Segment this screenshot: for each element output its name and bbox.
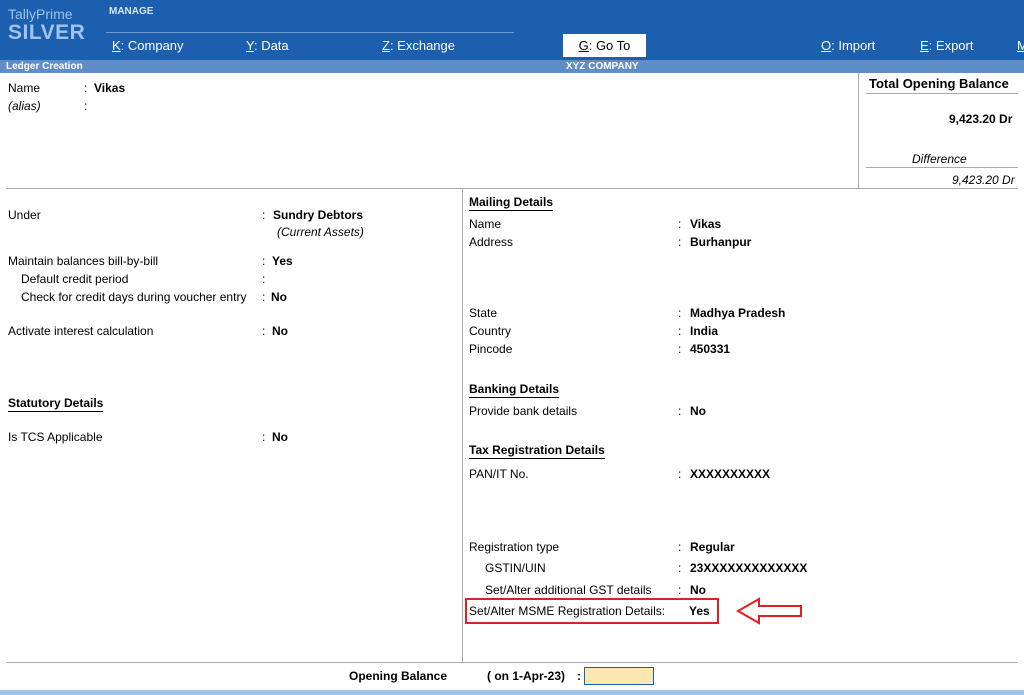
red-arrow-icon — [735, 597, 802, 625]
tcs-field[interactable]: No — [272, 430, 288, 444]
gstin-sep: : — [678, 561, 682, 575]
opening-balance-input[interactable] — [584, 667, 654, 685]
total-opening-balance-value: 9,423.20 Dr — [949, 112, 1013, 126]
menu-exchange[interactable]: Z: Exchange — [382, 38, 455, 53]
total-opening-balance-title: Total Opening Balance — [869, 76, 1009, 91]
opening-balance-sep: : — [577, 669, 581, 683]
state-field[interactable]: Madhya Pradesh — [690, 306, 785, 320]
menu-import[interactable]: O: Import — [821, 38, 875, 53]
interest-field[interactable]: No — [272, 324, 288, 338]
gstin-field[interactable]: 23XXXXXXXXXXXXX — [690, 561, 807, 575]
menu-more[interactable]: M — [1017, 38, 1024, 53]
column-divider — [462, 188, 463, 662]
check-credit-label: Check for credit days during voucher ent… — [21, 290, 247, 304]
top-menu-bar: TallyPrime SILVER MANAGE K: Company Y: D… — [0, 0, 1024, 60]
bill-by-bill-sep: : — [262, 254, 266, 268]
pincode-sep: : — [678, 342, 682, 356]
menu-data[interactable]: Y: Data — [246, 38, 289, 53]
name-label: Name — [8, 81, 41, 95]
country-field[interactable]: India — [690, 324, 718, 338]
name-field[interactable]: Vikas — [94, 81, 125, 95]
registration-type-field[interactable]: Regular — [690, 540, 735, 554]
tcs-sep: : — [262, 430, 266, 444]
gstin-label: GSTIN/UIN — [485, 561, 546, 575]
pan-label: PAN/IT No. — [469, 467, 529, 481]
difference-underline — [866, 167, 1018, 168]
address-label: Address — [469, 235, 514, 249]
credit-period-field[interactable] — [272, 272, 372, 286]
provide-bank-label: Provide bank details — [469, 404, 578, 418]
country-sep: : — [678, 324, 682, 338]
title-strip: Ledger Creation XYZ COMPANY — [0, 60, 1024, 73]
brand-edition: SILVER — [8, 21, 86, 44]
pan-field[interactable]: XXXXXXXXXX — [690, 467, 770, 481]
gst-details-label: Set/Alter additional GST details — [485, 583, 652, 597]
alias-sep: : — [84, 99, 88, 113]
under-field[interactable]: Sundry Debtors — [273, 208, 363, 222]
alias-label: (alias) — [8, 99, 41, 113]
pan-sep: : — [678, 467, 682, 481]
country-label: Country — [469, 324, 512, 338]
manage-label: MANAGE — [109, 6, 154, 17]
mailing-name-sep: : — [678, 217, 682, 231]
credit-period-sep: : — [262, 272, 266, 286]
balance-panel-border — [858, 73, 859, 189]
registration-type-label: Registration type — [469, 540, 560, 554]
bottom-divider — [6, 662, 1018, 663]
interest-sep: : — [262, 324, 266, 338]
opening-balance-label: Opening Balance — [349, 669, 448, 683]
registration-type-sep: : — [678, 540, 682, 554]
check-credit-sep: : — [262, 290, 266, 304]
company-name: XYZ COMPANY — [566, 61, 639, 72]
menu-company[interactable]: K: Company — [112, 38, 184, 53]
msme-label: Set/Alter MSME Registration Details: — [469, 604, 666, 618]
under-group: (Current Assets) — [277, 225, 364, 239]
bottom-bar — [0, 690, 1024, 695]
credit-period-label: Default credit period — [21, 272, 129, 286]
msme-field[interactable]: Yes — [689, 604, 710, 618]
gst-details-field[interactable]: No — [690, 583, 706, 597]
under-sep: : — [262, 208, 266, 222]
bill-by-bill-label: Maintain balances bill-by-bill — [8, 254, 159, 268]
provide-bank-field[interactable]: No — [690, 404, 706, 418]
mailing-name-field[interactable]: Vikas — [690, 217, 721, 231]
menu-export[interactable]: E: Export — [920, 38, 973, 53]
address-field[interactable]: Burhanpur — [690, 235, 751, 249]
mailing-details-title: Mailing Details — [469, 195, 554, 211]
check-credit-field[interactable]: No — [271, 290, 287, 304]
tax-registration-title: Tax Registration Details — [469, 443, 605, 459]
screen-title: Ledger Creation — [6, 61, 83, 72]
main-divider — [6, 188, 1018, 189]
pincode-field[interactable]: 450331 — [690, 342, 730, 356]
alias-field[interactable] — [94, 99, 254, 113]
banking-details-title: Banking Details — [469, 382, 560, 398]
manage-divider — [106, 32, 514, 33]
difference-label: Difference — [912, 152, 967, 166]
balance-title-underline — [866, 93, 1018, 94]
under-label: Under — [8, 208, 41, 222]
bill-by-bill-field[interactable]: Yes — [272, 254, 293, 268]
mailing-name-label: Name — [469, 217, 502, 231]
gst-details-sep: : — [678, 583, 682, 597]
state-label: State — [469, 306, 498, 320]
name-sep: : — [84, 81, 88, 95]
address-sep: : — [678, 235, 682, 249]
menu-goto-button[interactable]: G: Go To — [563, 34, 646, 57]
pincode-label: Pincode — [469, 342, 513, 356]
state-sep: : — [678, 306, 682, 320]
provide-bank-sep: : — [678, 404, 682, 418]
brand-name: TallyPrime — [8, 6, 73, 22]
statutory-details-title: Statutory Details — [8, 396, 104, 412]
interest-label: Activate interest calculation — [8, 324, 154, 338]
opening-balance-date: ( on 1-Apr-23) — [487, 669, 565, 683]
tcs-label: Is TCS Applicable — [8, 430, 103, 444]
difference-value: 9,423.20 Dr — [952, 173, 1015, 187]
